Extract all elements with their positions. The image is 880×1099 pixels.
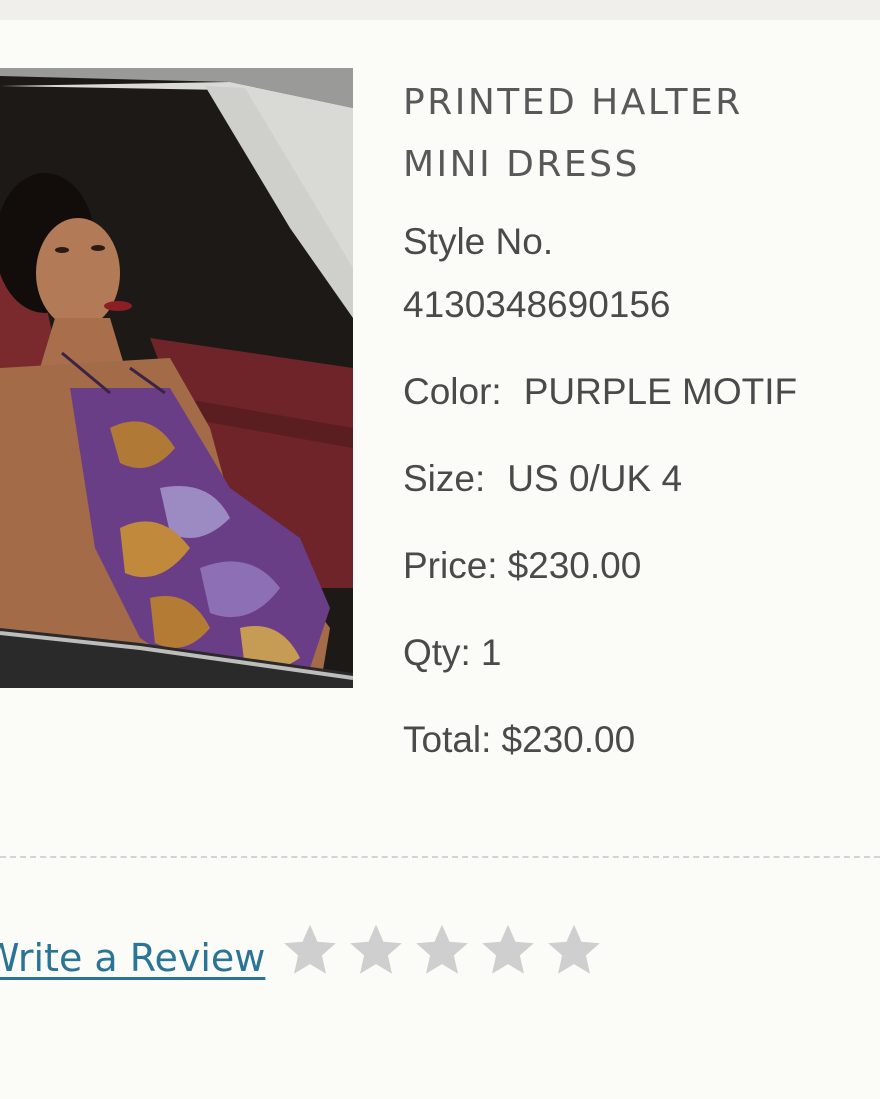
qty-label: Qty: xyxy=(403,632,471,673)
product-title-line-1[interactable]: PRINTED HALTER xyxy=(403,72,873,134)
price-label: Price: xyxy=(403,545,498,586)
total-label: Total: xyxy=(403,719,492,760)
style-number-value: 4130348690156 xyxy=(403,284,671,325)
price-row: Price: $230.00 xyxy=(403,544,873,588)
product-title-line-2[interactable]: MINI DRESS xyxy=(403,134,873,196)
star-icon[interactable] xyxy=(477,920,539,982)
product-photo-illustration xyxy=(0,68,353,688)
total-row: Total: $230.00 xyxy=(403,718,873,762)
star-rating[interactable] xyxy=(279,920,605,982)
color-value: PURPLE MOTIF xyxy=(523,371,798,412)
star-icon[interactable] xyxy=(345,920,407,982)
star-icon[interactable] xyxy=(411,920,473,982)
size-label: Size: xyxy=(403,458,486,499)
star-icon[interactable] xyxy=(279,920,341,982)
size-value: US 0/UK 4 xyxy=(507,458,683,499)
color-row: Color: PURPLE MOTIF xyxy=(403,370,873,414)
style-number-label: Style No. xyxy=(403,221,554,262)
product-details: PRINTED HALTER MINI DRESS Style No. 4130… xyxy=(403,72,873,762)
color-label: Color: xyxy=(403,371,502,412)
qty-value: 1 xyxy=(480,632,502,673)
size-row: Size: US 0/UK 4 xyxy=(403,457,873,501)
qty-row: Qty: 1 xyxy=(403,631,873,675)
total-value: $230.00 xyxy=(501,719,636,760)
top-band xyxy=(0,0,880,20)
price-value: $230.00 xyxy=(507,545,642,586)
star-icon[interactable] xyxy=(543,920,605,982)
section-divider xyxy=(0,856,880,858)
write-review-link[interactable]: Write a Review xyxy=(0,933,265,983)
product-image[interactable] xyxy=(0,68,353,688)
